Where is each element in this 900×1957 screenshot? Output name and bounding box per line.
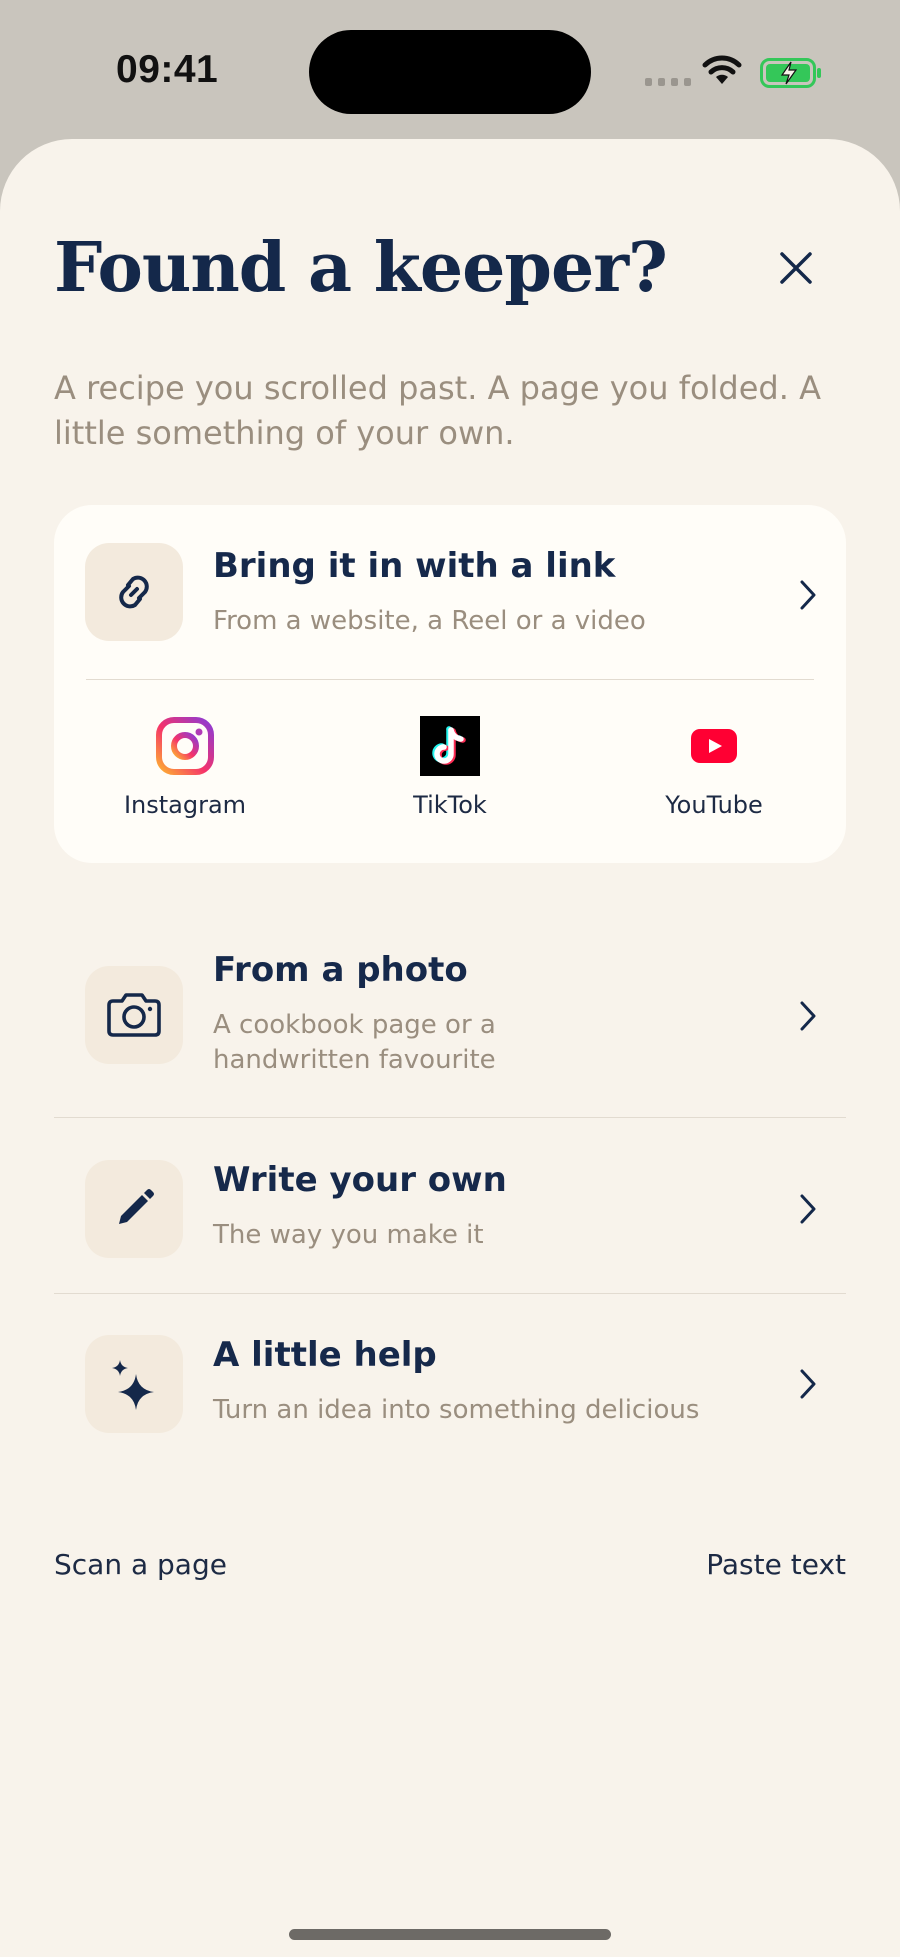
link-option-title: Bring it in with a link — [213, 546, 616, 586]
source-label: YouTube — [665, 791, 763, 819]
sheet-title: Found a keeper? — [54, 228, 668, 308]
help-option-subtitle: Turn an idea into something delicious — [213, 1395, 700, 1425]
status-bar: 09:41 — [0, 0, 900, 140]
link-icon-tile — [85, 543, 183, 641]
tiktok-icon — [420, 716, 480, 776]
link-option-row[interactable]: Bring it in with a link From a website, … — [54, 540, 846, 650]
status-time: 09:41 — [116, 48, 219, 91]
close-icon[interactable] — [772, 244, 820, 292]
wifi-icon — [702, 55, 742, 84]
paste-text-link[interactable]: Paste text — [706, 1548, 846, 1581]
chevron-right-icon — [800, 1369, 816, 1399]
sheet-subtitle: A recipe you scrolled past. A page you f… — [54, 369, 821, 452]
write-option-title: Write your own — [213, 1160, 507, 1200]
camera-icon-tile — [85, 966, 183, 1064]
link-option-subtitle: From a website, a Reel or a video — [213, 606, 646, 636]
source-instagram[interactable]: Instagram — [85, 715, 285, 819]
instagram-icon — [156, 717, 214, 775]
sparkles-icon — [112, 1360, 154, 1410]
pencil-icon-tile — [85, 1160, 183, 1258]
write-option-subtitle: The way you make it — [213, 1220, 484, 1250]
youtube-icon — [691, 729, 737, 763]
home-indicator — [289, 1929, 611, 1940]
battery-icon — [760, 58, 821, 88]
chevron-right-icon — [800, 1194, 816, 1224]
write-option-row[interactable]: Write your own The way you make it — [54, 1160, 846, 1270]
help-option-title: A little help — [213, 1335, 437, 1375]
source-label: Instagram — [123, 791, 247, 819]
option-divider — [54, 1117, 846, 1118]
photo-option-title: From a photo — [213, 950, 468, 990]
source-label: TikTok — [413, 791, 487, 819]
help-option-row[interactable]: A little help Turn an idea into somethin… — [54, 1335, 846, 1445]
cellular-signal-icon — [645, 78, 691, 86]
chevron-right-icon — [800, 1001, 816, 1031]
camera-icon — [107, 993, 161, 1037]
source-youtube[interactable]: YouTube — [614, 715, 814, 819]
dynamic-island — [309, 30, 591, 114]
option-divider — [54, 1293, 846, 1294]
chevron-right-icon — [800, 580, 816, 610]
pencil-icon — [119, 1189, 154, 1224]
link-card-divider — [86, 679, 814, 680]
sparkles-icon-tile — [85, 1335, 183, 1433]
source-tiktok[interactable]: TikTok — [350, 715, 550, 819]
photo-option-subtitle: A cookbook page or a handwritten favouri… — [213, 1010, 496, 1075]
photo-option-row[interactable]: From a photo A cookbook page or a handwr… — [54, 950, 846, 1080]
scan-page-link[interactable]: Scan a page — [54, 1548, 227, 1581]
link-icon — [119, 575, 149, 609]
